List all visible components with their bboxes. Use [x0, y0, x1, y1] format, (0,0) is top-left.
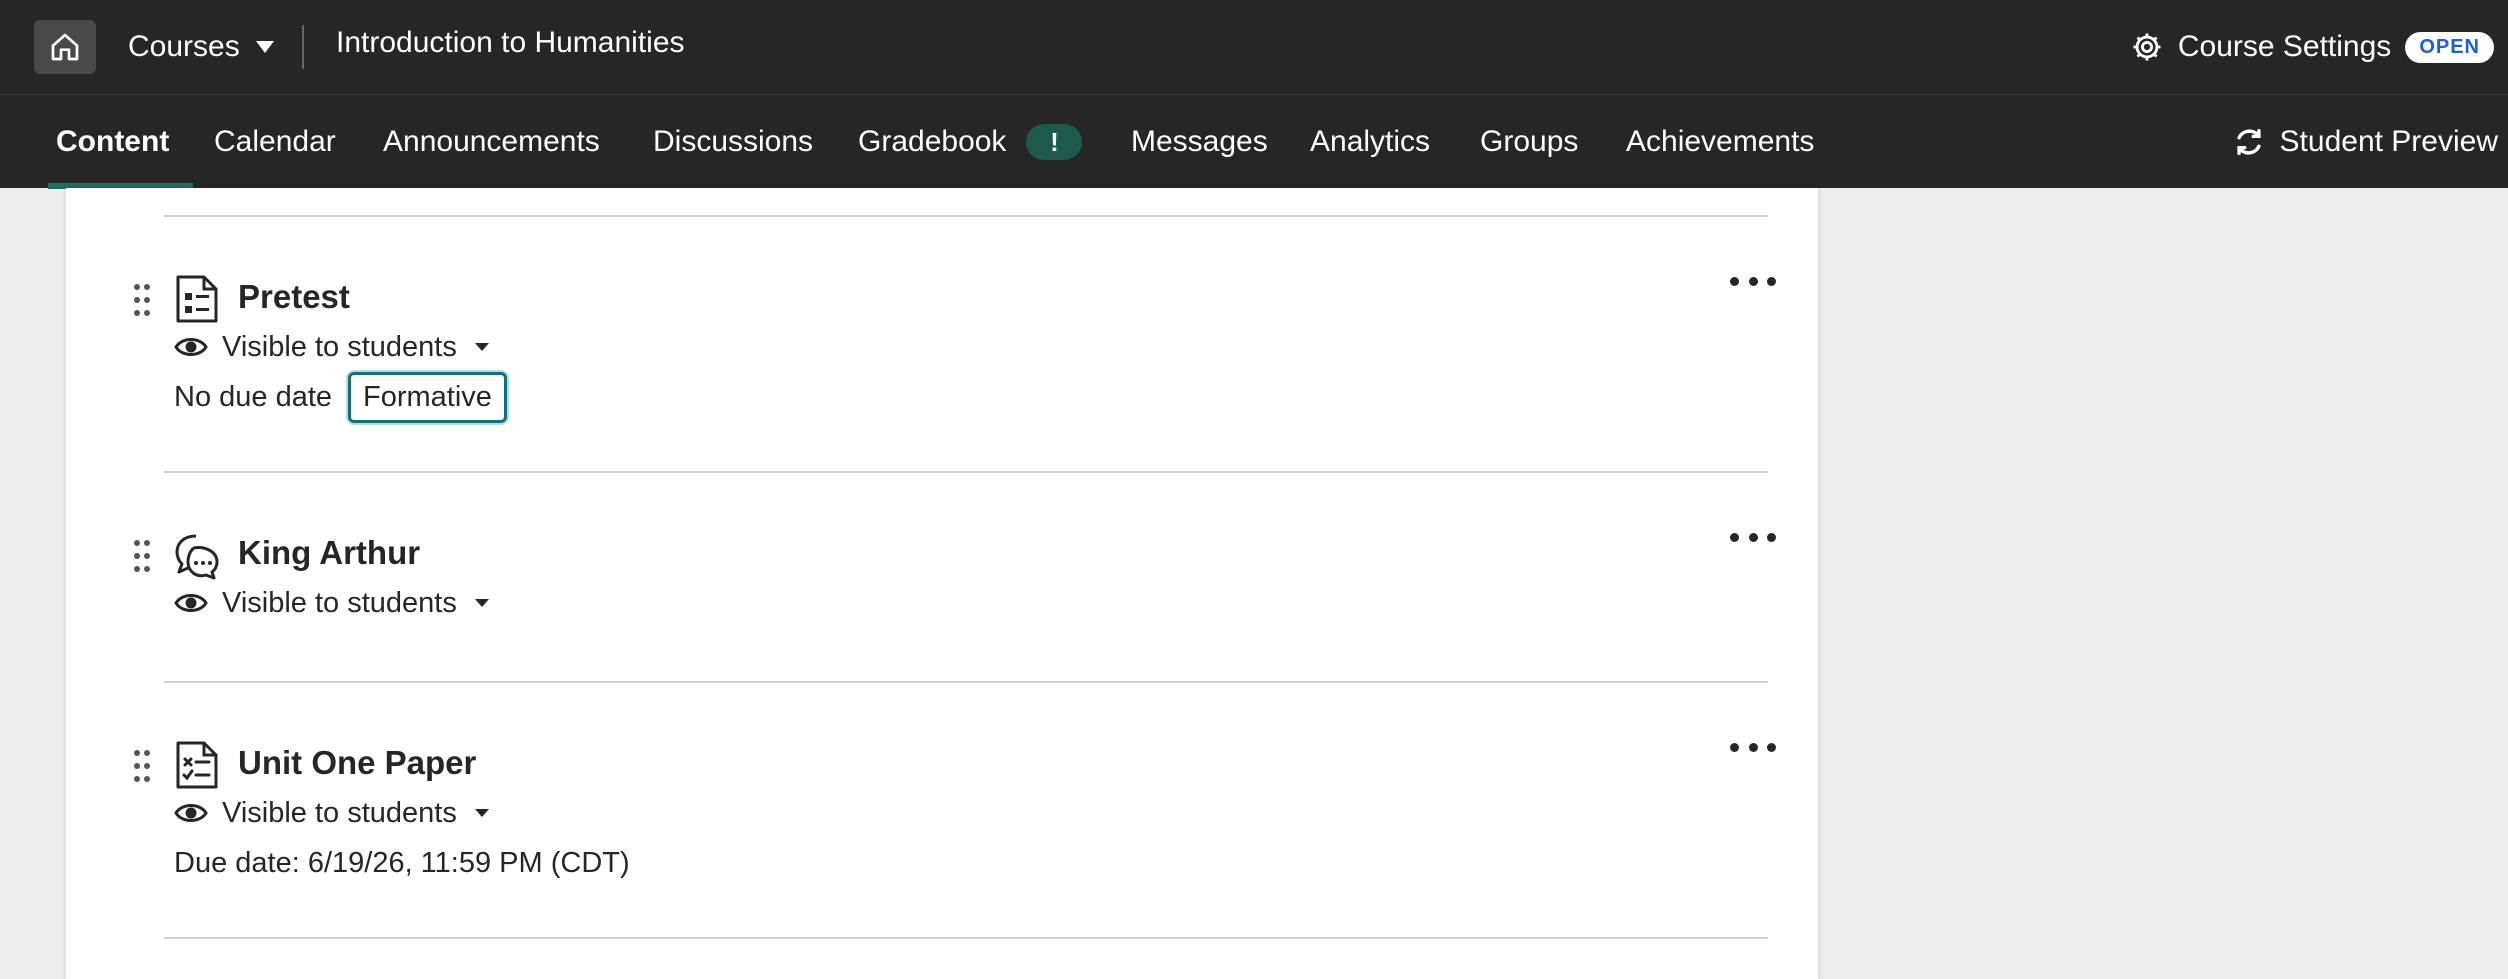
dot	[1748, 532, 1758, 542]
student-preview-button[interactable]: Student Preview	[2232, 95, 2498, 189]
tab-label: Analytics	[1310, 125, 1431, 158]
tab-discussions[interactable]: Discussions	[653, 95, 813, 189]
caret-down-icon	[474, 343, 489, 351]
home-icon	[51, 33, 79, 61]
item-meta: No due date Formative	[174, 371, 507, 423]
dot	[1730, 532, 1739, 542]
eye-icon	[174, 804, 208, 822]
course-nav-bar: Content Calendar Announcements Discussio…	[0, 94, 2508, 189]
eye-icon	[174, 338, 208, 356]
tab-content[interactable]: Content	[47, 95, 194, 189]
open-status-badge: OPEN	[2405, 31, 2494, 63]
divider	[164, 937, 1768, 939]
due-date-text: Due date: 6/19/26, 11:59 PM (CDT)	[174, 846, 630, 879]
visibility-dropdown[interactable]: Visible to students	[174, 583, 489, 623]
tab-groups[interactable]: Groups	[1480, 95, 1578, 189]
course-title: Introduction to Humanities	[336, 26, 685, 59]
tab-label: Announcements	[383, 125, 600, 158]
dot	[1748, 276, 1758, 286]
drag-handle-icon[interactable]	[132, 538, 152, 574]
courses-menu-button[interactable]: Courses	[128, 20, 274, 74]
more-options-button[interactable]	[1730, 522, 1776, 552]
discussion-icon	[175, 534, 219, 580]
course-settings-button[interactable]: Course Settings OPEN	[2130, 24, 2494, 70]
dot	[1767, 532, 1776, 542]
refresh-icon	[2236, 128, 2261, 156]
assignment-icon	[176, 741, 218, 789]
item-title[interactable]: King Arthur	[238, 534, 420, 572]
tab-calendar[interactable]: Calendar	[214, 95, 336, 189]
divider	[164, 681, 1768, 683]
dot	[1730, 276, 1739, 286]
tab-label: Calendar	[214, 125, 336, 158]
tab-analytics[interactable]: Analytics	[1310, 95, 1430, 189]
item-title[interactable]: Pretest	[238, 278, 350, 316]
courses-label: Courses	[128, 30, 240, 63]
tab-label: Gradebook	[858, 125, 1007, 158]
divider	[302, 25, 304, 69]
tab-label: Content	[56, 125, 170, 158]
visibility-dropdown[interactable]: Visible to students	[174, 793, 489, 833]
visibility-label: Visible to students	[222, 330, 457, 363]
formative-tag[interactable]: Formative	[348, 371, 507, 423]
due-date-text: No due date	[174, 380, 333, 413]
tab-label: Messages	[1131, 125, 1268, 158]
tab-messages[interactable]: Messages	[1131, 95, 1268, 189]
caret-down-icon	[474, 599, 489, 607]
tab-label: Achievements	[1626, 125, 1815, 158]
tab-achievements[interactable]: Achievements	[1626, 95, 1814, 189]
test-icon	[176, 275, 218, 323]
dot	[1748, 742, 1758, 752]
divider	[164, 471, 1768, 473]
visibility-dropdown[interactable]: Visible to students	[174, 327, 489, 367]
tab-announcements[interactable]: Announcements	[383, 95, 600, 189]
item-meta: Due date: 6/19/26, 11:59 PM (CDT)	[174, 837, 630, 889]
top-bar: Courses Introduction to Humanities Cours…	[0, 0, 2508, 94]
item-title[interactable]: Unit One Paper	[238, 744, 476, 782]
caret-down-icon	[474, 809, 489, 817]
gradebook-alert-badge: !	[1026, 124, 1083, 160]
dot	[1767, 742, 1776, 752]
more-options-button[interactable]	[1730, 266, 1776, 296]
dot	[1767, 276, 1776, 286]
more-options-button[interactable]	[1730, 732, 1776, 762]
student-preview-label: Student Preview	[2279, 125, 2498, 158]
visibility-label: Visible to students	[222, 586, 457, 619]
eye-icon	[174, 594, 208, 612]
tab-label: Discussions	[653, 125, 814, 158]
drag-handle-icon[interactable]	[132, 748, 152, 784]
caret-down-icon	[255, 41, 274, 53]
dot	[1730, 742, 1739, 752]
drag-handle-icon[interactable]	[132, 282, 152, 318]
gear-icon	[2133, 33, 2161, 61]
course-settings-label: Course Settings	[2177, 30, 2392, 63]
divider	[164, 215, 1768, 217]
content-outline-panel: Pretest Visible to students No due date …	[66, 188, 1818, 979]
tab-gradebook[interactable]: Gradebook !	[858, 95, 1083, 189]
home-button[interactable]	[34, 20, 96, 74]
visibility-label: Visible to students	[222, 796, 457, 829]
tab-label: Groups	[1480, 125, 1579, 158]
